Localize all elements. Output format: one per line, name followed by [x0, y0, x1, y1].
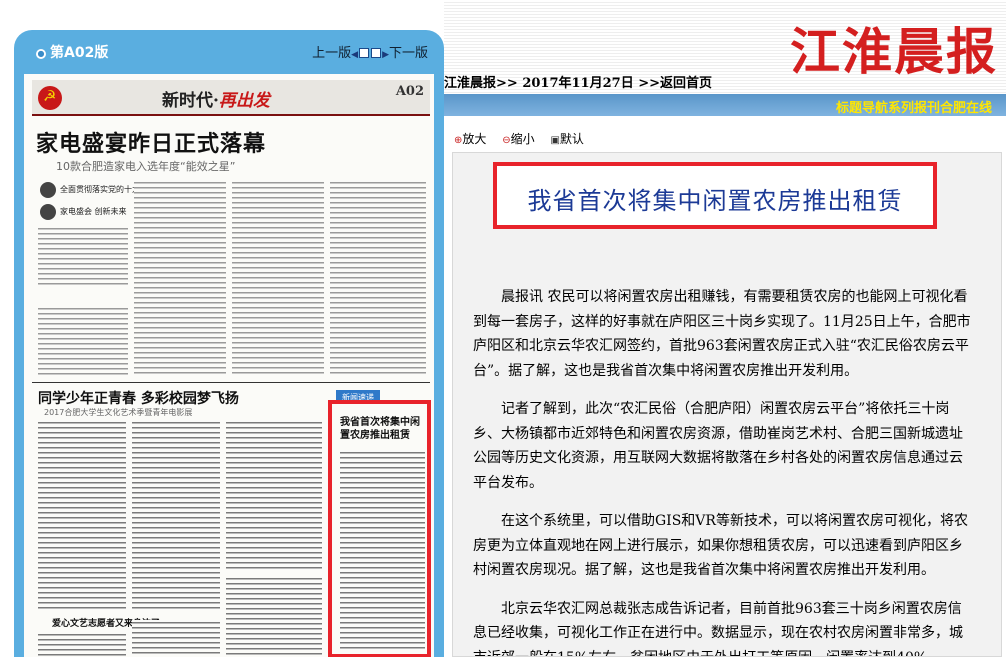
- np-text-column: [226, 576, 322, 657]
- np-highlighted-article[interactable]: 我省首次将集中闲置农房推出租赁: [328, 400, 431, 657]
- np-text-column: [330, 180, 426, 376]
- article-content[interactable]: 我省首次将集中闲置农房推出租赁 晨报讯 农民可以将闲置农房出租赚钱，有需要租赁农…: [452, 152, 1002, 657]
- breadcrumb-home-link[interactable]: 返回首页: [660, 76, 712, 91]
- article-body: 晨报讯 农民可以将闲置农房出租赚钱，有需要租赁农房的也能网上可视化看到每一套房子…: [473, 285, 973, 657]
- newspaper-page: 新时代·再出发 A02 家电盛宴昨日正式落幕 10款合肥造家电入选年度“能效之星…: [24, 74, 434, 657]
- newspaper-page-image[interactable]: 新时代·再出发 A02 家电盛宴昨日正式落幕 10款合肥造家电入选年度“能效之星…: [24, 74, 434, 657]
- party-emblem-icon: [38, 86, 62, 110]
- next-page-link[interactable]: 下一版: [389, 46, 428, 61]
- np-section-suffix: 再出发: [218, 91, 270, 111]
- np-text-column: [132, 620, 220, 657]
- np-text-column: [134, 180, 226, 376]
- article-paragraph: 晨报讯 农民可以将闲置农房出租赚钱，有需要租赁农房的也能网上可视化看到每一套房子…: [473, 289, 971, 379]
- np-text-column: [132, 420, 220, 610]
- pager: 上一版◀ ▶下一版: [312, 42, 428, 61]
- np-section-2-sub: 2017合肥大学生文化艺术季暨青年电影展: [44, 408, 193, 417]
- zoom-default-label: 默认: [559, 132, 584, 146]
- zoom-in-label: 放大: [462, 132, 487, 146]
- np-headline[interactable]: 家电盛宴昨日正式落幕: [36, 126, 266, 158]
- zoom-out-button[interactable]: ⊖缩小: [502, 132, 540, 146]
- article-paragraph: 记者了解到，此次“农汇民俗（合肥庐阳）闲置农房云平台”将依托三十岗乡、大杨镇都市…: [473, 401, 963, 491]
- breadcrumb-sep: >>: [633, 76, 661, 91]
- np-divider: [32, 382, 430, 383]
- zoom-controls: ⊕放大 ⊖缩小 ▣默认: [454, 130, 596, 147]
- np-page-code-text: A02: [395, 84, 424, 99]
- breadcrumb: 江淮晨报>> 2017年11月27日 >>返回首页: [444, 72, 712, 91]
- zoom-default-icon: ▣: [550, 135, 560, 146]
- np-highlighted-article-title[interactable]: 我省首次将集中闲置农房推出租赁: [340, 416, 425, 442]
- page-square-icon-2[interactable]: [371, 48, 382, 58]
- np-badge-2: 家电盛会 创新未来: [40, 204, 127, 220]
- np-subheadline: 10款合肥造家电入选年度“能效之星”: [56, 160, 236, 173]
- np-text-column: [38, 632, 126, 657]
- paper-logo[interactable]: 江淮晨报: [790, 12, 998, 84]
- page-preview-panel: ● 第A02版 上一版◀ ▶下一版 新时代·再出发 A02 家电盛宴昨日正式落幕 1…: [14, 30, 444, 657]
- zoom-default-button[interactable]: ▣默认: [550, 132, 589, 146]
- navbar-title: 标题导航系列报刊合肥在线: [835, 101, 992, 116]
- np-text-column: [38, 420, 126, 610]
- np-text-column: [340, 450, 425, 650]
- np-banner: 新时代·再出发 A02: [32, 80, 430, 116]
- breadcrumb-sep: >>: [496, 76, 523, 91]
- zoom-out-icon: ⊖: [502, 135, 511, 146]
- article-paragraph: 北京云华农汇网总裁张志成告诉记者，目前首批963套三十岗乡闲置农房信息已经收集，…: [473, 600, 963, 657]
- edition-label: ● 第A02版: [36, 42, 108, 62]
- navbar: 标题导航系列报刊合肥在线: [444, 94, 1006, 116]
- article-paragraph: 在这个系统里，可以借助GIS和VR等新技术，可以将闲置农房可视化，将农房更为立体…: [473, 513, 968, 578]
- breadcrumb-date-link[interactable]: 2017年11月27日: [522, 76, 633, 91]
- zoom-out-label: 缩小: [510, 132, 535, 146]
- article-title: 我省首次将集中闲置农房推出租赁: [527, 187, 903, 215]
- next-arrow-icon[interactable]: ▶: [382, 50, 389, 60]
- breadcrumb-paper-link[interactable]: 江淮晨报: [444, 76, 496, 91]
- np-text-column: [38, 306, 128, 376]
- prev-page-link[interactable]: 上一版: [312, 46, 351, 61]
- np-page-code: A02: [395, 84, 424, 99]
- article-title-box: 我省首次将集中闲置农房推出租赁: [493, 162, 937, 229]
- np-text-column: [38, 226, 128, 286]
- np-text-column: [226, 420, 322, 570]
- np-text-column: [232, 180, 324, 376]
- np-section-title: 新时代·再出发: [162, 91, 270, 111]
- edition-dot-icon: ●: [36, 49, 46, 59]
- zoom-in-button[interactable]: ⊕放大: [454, 132, 492, 146]
- np-section-2-heading[interactable]: 同学少年正青春 多彩校园梦飞扬: [38, 388, 239, 408]
- prev-arrow-icon[interactable]: ◀: [351, 50, 358, 60]
- edition-text: 第A02版: [50, 45, 109, 61]
- page-square-icon-1[interactable]: [359, 48, 370, 58]
- np-section-prefix: 新时代: [162, 91, 213, 111]
- panel-header: ● 第A02版 上一版◀ ▶下一版: [14, 30, 444, 70]
